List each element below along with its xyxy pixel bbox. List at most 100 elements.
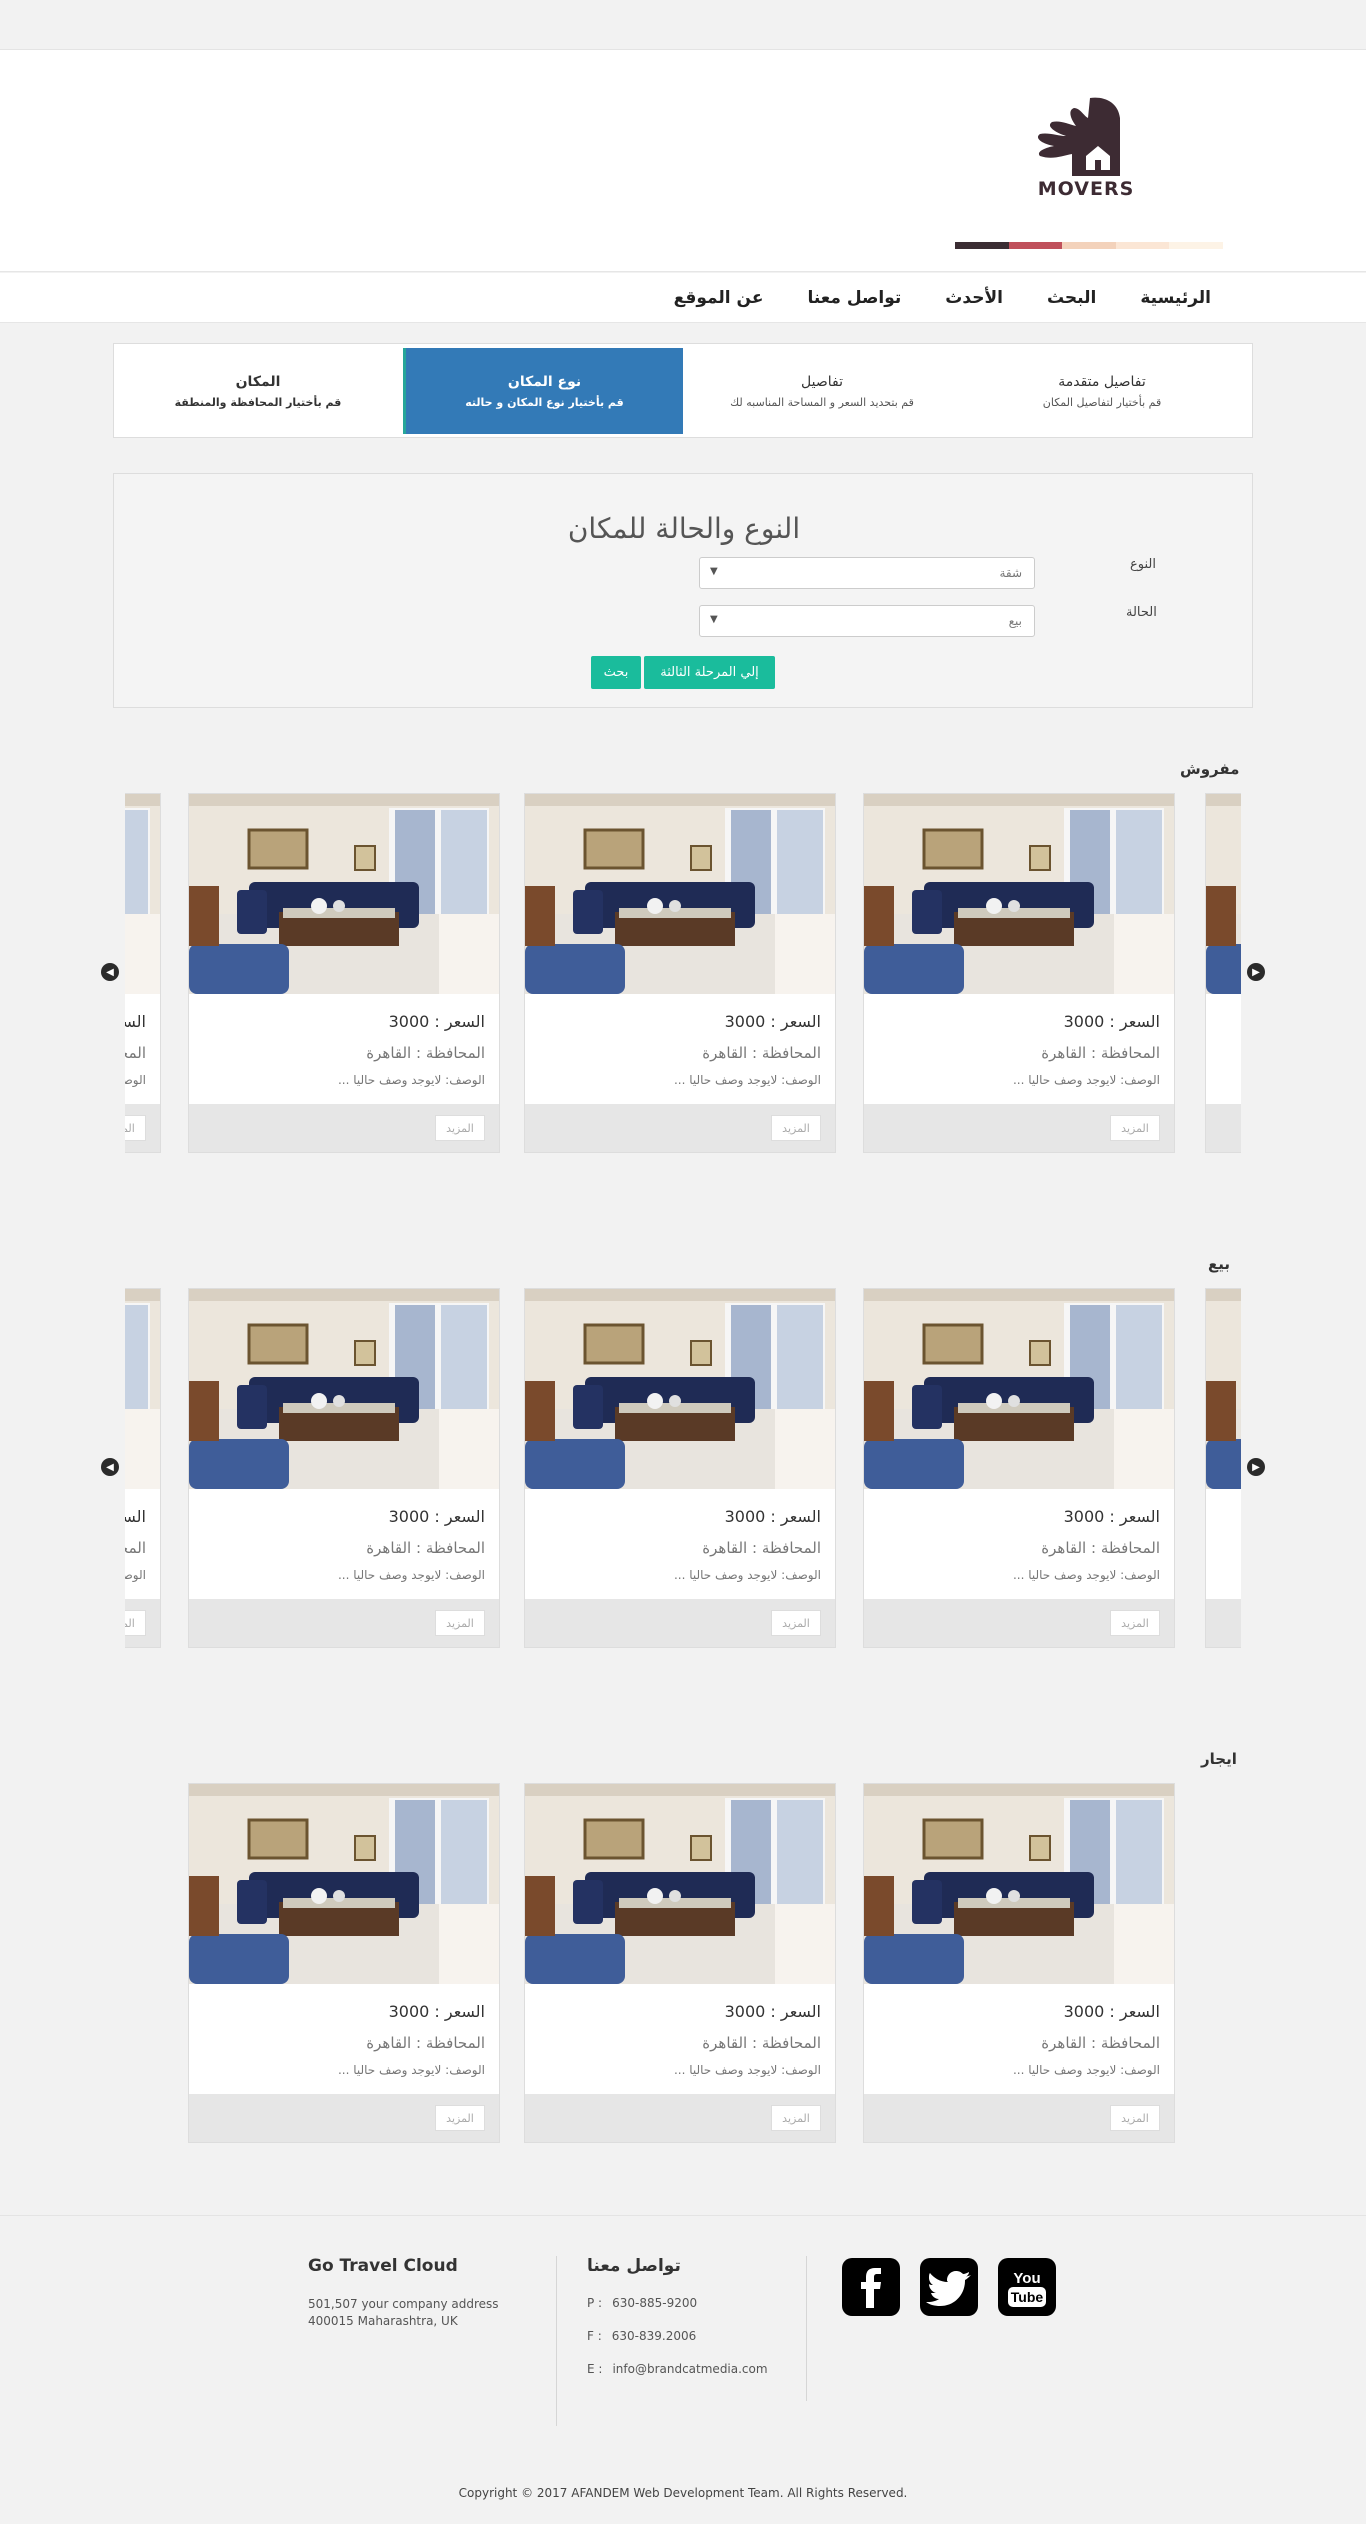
- nav-home[interactable]: الرئيسية: [1140, 288, 1211, 308]
- listing-slider: السعر : 3000 المحافظة : القاهرة الوصف: ل…: [125, 1783, 1241, 2143]
- step-details[interactable]: تفاصيل قم بتحديد السعر و المساحة المناسب…: [682, 348, 962, 434]
- listing-photo[interactable]: [1206, 1289, 1241, 1489]
- listing-card[interactable]: السعر : 3000 المحافظة : القاهرة الوصف: ل…: [125, 793, 161, 1153]
- listing-price: السعر : 3000: [1063, 2002, 1160, 2021]
- listing-photo[interactable]: [125, 1289, 160, 1489]
- listing-slider: السعر : 3000 المحافظة : القاهرة الوصف: ل…: [125, 1288, 1241, 1648]
- prev-arrow-icon[interactable]: ◀: [101, 1458, 119, 1476]
- listing-card[interactable]: السعر : 3000 المحافظة : القاهرة الوصف: ل…: [863, 793, 1175, 1153]
- listing-price: السعر : 3000: [724, 1012, 821, 1031]
- prev-arrow-icon[interactable]: ◀: [101, 963, 119, 981]
- status-select-value: بيع: [1008, 614, 1022, 628]
- listing-footer: المزيد: [189, 1599, 499, 1647]
- listing-price: السعر : 3000: [1063, 1012, 1160, 1031]
- listing-card[interactable]: السعر : 3000 المحافظة : القاهرة الوصف: ل…: [863, 1288, 1175, 1648]
- more-button[interactable]: المزيد: [435, 2105, 485, 2131]
- more-button[interactable]: المزيد: [1110, 1610, 1160, 1636]
- listing-governorate: المحافظة : القاهرة: [702, 2034, 821, 2052]
- more-button[interactable]: المزيد: [771, 1115, 821, 1141]
- more-button[interactable]: المزيد: [125, 1610, 146, 1636]
- phone-label: P :: [587, 2296, 603, 2310]
- more-button[interactable]: المزيد: [771, 2105, 821, 2131]
- more-button[interactable]: المزيد: [435, 1610, 485, 1636]
- svg-text:You: You: [1013, 2270, 1040, 2287]
- listing-description: الوصف: لايوجد وصف حاليا ...: [673, 2063, 821, 2077]
- listing-footer: المزيد: [525, 2094, 835, 2142]
- section-title-furnished: مفروش: [1180, 760, 1240, 778]
- listing-card[interactable]: السعر : 3000 المحافظة : القاهرة الوصف: ل…: [524, 1288, 836, 1648]
- brand-name: MOVERS: [1037, 178, 1135, 200]
- listing-photo[interactable]: [189, 794, 499, 994]
- step-place-type[interactable]: نوع المكان قم بأختيار نوع المكان و حالته: [403, 348, 683, 434]
- more-button[interactable]: المزيد: [1110, 1115, 1160, 1141]
- more-button[interactable]: المزيد: [125, 1115, 146, 1141]
- listing-photo[interactable]: [525, 1784, 835, 1984]
- listing-photo[interactable]: [1206, 794, 1241, 994]
- listing-card[interactable]: السعر : 3000 المحافظة : القاهرة الوصف: ل…: [524, 1783, 836, 2143]
- more-button[interactable]: المزيد: [1110, 2105, 1160, 2131]
- nav-contact[interactable]: تواصل معنا: [807, 288, 901, 308]
- listing-price: السعر : 3000: [125, 1507, 146, 1526]
- phone-value[interactable]: 630-885-9200: [612, 2296, 697, 2310]
- listing-photo[interactable]: [864, 1784, 1174, 1984]
- listing-governorate: المحافظة : القاهرة: [702, 1044, 821, 1062]
- twitter-icon[interactable]: [920, 2258, 978, 2316]
- listing-description: الوصف: لايوجد وصف حاليا ...: [337, 1073, 485, 1087]
- listing-description: الوصف: لايوجد وصف حاليا ...: [337, 2063, 485, 2077]
- listing-card[interactable]: السعر : 3000 المحافظة : القاهرة الوصف: ل…: [188, 793, 500, 1153]
- listing-description: الوصف: لايوجد وصف حاليا ...: [337, 1568, 485, 1582]
- listing-photo[interactable]: [189, 1784, 499, 1984]
- listing-governorate: المحافظة : القاهرة: [366, 1044, 485, 1062]
- type-label: النوع: [1130, 557, 1156, 572]
- type-select-value: شقة: [999, 566, 1022, 580]
- listing-footer: المزيد: [525, 1104, 835, 1152]
- status-select[interactable]: بيع ▼: [699, 605, 1035, 637]
- listing-slider: السعر : 3000 المحافظة : القاهرة الوصف: ل…: [125, 793, 1241, 1153]
- listing-footer: المزيد: [125, 1104, 160, 1152]
- step-title: نوع المكان: [507, 373, 582, 390]
- listing-price: السعر : 3000: [388, 2002, 485, 2021]
- listing-photo[interactable]: [525, 794, 835, 994]
- listing-card[interactable]: السعر : 3000 المحافظة : القاهرة الوصف: ل…: [1205, 793, 1241, 1153]
- listing-card[interactable]: السعر : 3000 المحافظة : القاهرة الوصف: ل…: [863, 1783, 1175, 2143]
- step-title: المكان: [235, 373, 281, 390]
- divider: [806, 2256, 807, 2401]
- listing-photo[interactable]: [864, 1289, 1174, 1489]
- listing-card[interactable]: السعر : 3000 المحافظة : القاهرة الوصف: ل…: [524, 793, 836, 1153]
- chevron-down-icon: ▼: [710, 566, 718, 577]
- more-button[interactable]: المزيد: [771, 1610, 821, 1636]
- listing-footer: المزيد: [525, 1599, 835, 1647]
- listing-card[interactable]: السعر : 3000 المحافظة : القاهرة الوصف: ل…: [125, 1288, 161, 1648]
- listing-card[interactable]: السعر : 3000 المحافظة : القاهرة الوصف: ل…: [1205, 1288, 1241, 1648]
- step-location[interactable]: المكان قم بأختيار المحافظة والمنطقة: [118, 348, 398, 434]
- listing-photo[interactable]: [864, 794, 1174, 994]
- more-button[interactable]: المزيد: [435, 1115, 485, 1141]
- listing-governorate: المحافظة : القاهرة: [366, 2034, 485, 2052]
- nav-latest[interactable]: الأحدث: [945, 288, 1003, 308]
- youtube-icon[interactable]: You Tube: [998, 2258, 1056, 2316]
- email-value[interactable]: info@brandcatmedia.com: [612, 2362, 767, 2376]
- next-arrow-icon[interactable]: ▶: [1247, 1458, 1265, 1476]
- nav-about[interactable]: عن الموقع: [674, 288, 764, 308]
- listing-card[interactable]: السعر : 3000 المحافظة : القاهرة الوصف: ل…: [188, 1288, 500, 1648]
- type-select[interactable]: شقة ▼: [699, 557, 1035, 589]
- listing-photo[interactable]: [125, 794, 160, 994]
- listing-photo[interactable]: [189, 1289, 499, 1489]
- chevron-down-icon: ▼: [710, 614, 718, 625]
- listing-price: السعر : 3000: [724, 2002, 821, 2021]
- facebook-icon[interactable]: [842, 2258, 900, 2316]
- listing-price: السعر : 3000: [388, 1507, 485, 1526]
- listing-card[interactable]: السعر : 3000 المحافظة : القاهرة الوصف: ل…: [188, 1783, 500, 2143]
- section-title-sale: بيع: [1208, 1255, 1231, 1273]
- search-button[interactable]: بحث: [591, 656, 641, 689]
- listing-governorate: المحافظة : القاهرة: [366, 1539, 485, 1557]
- listing-photo[interactable]: [525, 1289, 835, 1489]
- footer-contact-title: تواصل معنا: [587, 2256, 681, 2276]
- step-desc: قم بأختيار لتفاصيل المكان: [1042, 395, 1162, 409]
- step-title: تفاصيل متقدمة: [1058, 373, 1146, 390]
- next-step-button[interactable]: إلي المرحلة الثالثة: [644, 656, 775, 689]
- step-advanced-details[interactable]: تفاصيل متقدمة قم بأختيار لتفاصيل المكان: [962, 348, 1242, 434]
- nav-search[interactable]: البحث: [1047, 288, 1096, 308]
- next-arrow-icon[interactable]: ▶: [1247, 963, 1265, 981]
- listing-price: السعر : 3000: [1063, 1507, 1160, 1526]
